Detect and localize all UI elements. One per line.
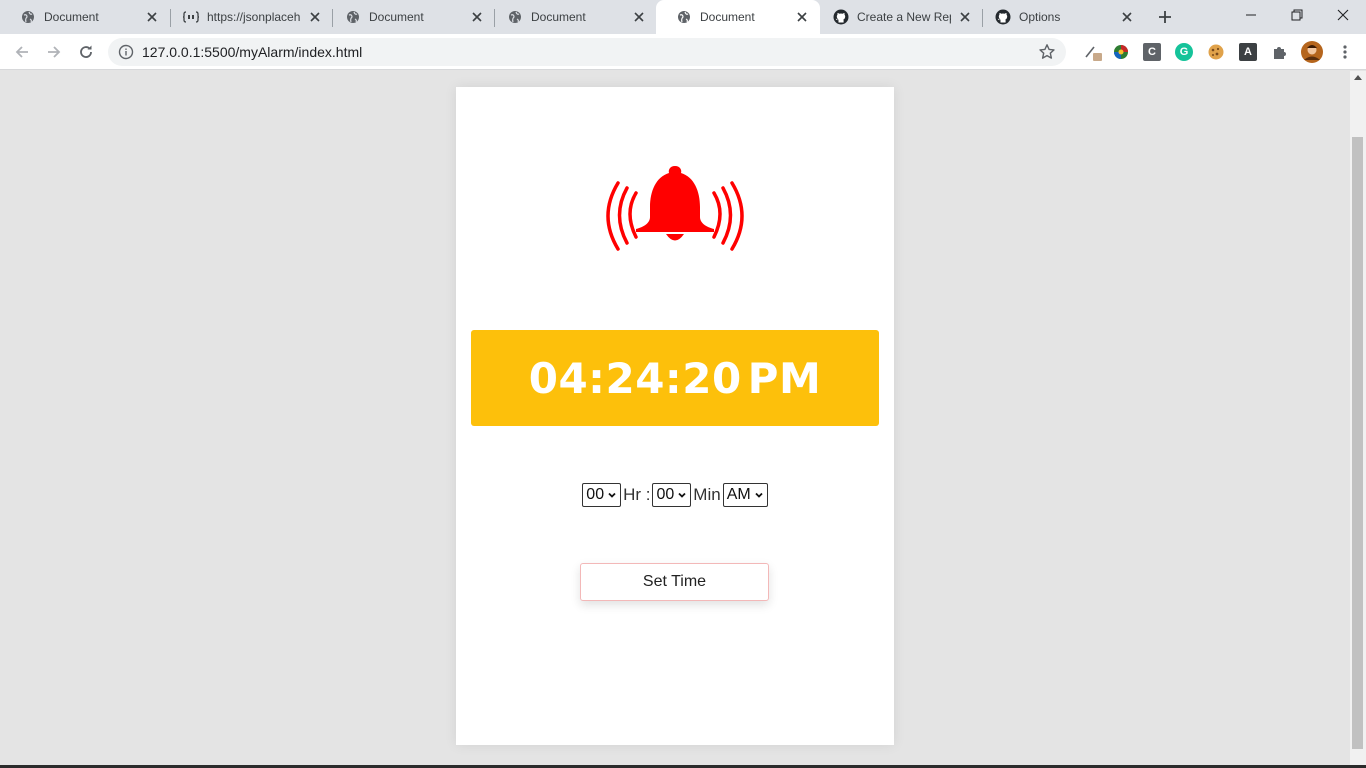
close-tab-icon[interactable] — [631, 9, 647, 25]
tab-title: Document — [531, 10, 586, 24]
restore-icon[interactable] — [1274, 0, 1320, 30]
cookie-icon[interactable] — [1207, 43, 1225, 61]
ampm-select-value: AM — [726, 486, 751, 503]
ampm-select[interactable]: AM — [722, 483, 768, 507]
address-bar[interactable]: 127.0.0.1:5500/myAlarm/index.html — [108, 38, 1066, 66]
close-tab-icon[interactable] — [307, 9, 323, 25]
set-time-button[interactable]: Set Time — [580, 563, 769, 601]
browser-tab[interactable]: Document — [487, 0, 657, 34]
github-icon — [995, 9, 1011, 25]
clock-time: 04:24:20 — [528, 353, 742, 403]
colorful-extension-icon[interactable] — [1112, 43, 1130, 61]
browser-tab[interactable]: Options — [975, 0, 1145, 34]
chevron-down-icon — [608, 492, 616, 498]
back-arrow-icon[interactable] — [10, 40, 34, 64]
close-tab-icon[interactable] — [957, 9, 973, 25]
tab-title: Document — [369, 10, 424, 24]
globe-icon — [20, 9, 36, 25]
browser-tab-strip: Document https://jsonplaceh Document Doc… — [0, 0, 1366, 34]
hour-select[interactable]: 00 — [582, 483, 622, 507]
browser-tab-active[interactable]: Document — [656, 0, 820, 34]
a-extension-icon[interactable]: A — [1239, 43, 1257, 61]
close-tab-icon[interactable] — [794, 9, 810, 25]
alarm-bell-icon — [590, 163, 760, 273]
close-tab-icon[interactable] — [1119, 9, 1135, 25]
url-text: 127.0.0.1:5500/myAlarm/index.html — [142, 44, 363, 60]
puzzle-icon[interactable] — [1271, 43, 1289, 61]
clock-ampm: PM — [747, 353, 822, 403]
globe-icon — [345, 9, 361, 25]
browser-tab[interactable]: Document — [325, 0, 495, 34]
github-icon — [833, 9, 849, 25]
alarm-time-picker: 00 Hr : 00 Min AM — [456, 483, 894, 507]
minute-label: Min — [693, 485, 721, 504]
profile-avatar[interactable] — [1301, 41, 1323, 63]
browser-tab[interactable]: https://jsonplaceh — [163, 0, 333, 34]
close-tab-icon[interactable] — [469, 9, 485, 25]
forward-arrow-icon[interactable] — [42, 40, 66, 64]
scroll-up-arrow-icon[interactable] — [1354, 75, 1362, 80]
browser-menu-icon[interactable] — [1336, 43, 1354, 61]
page-scrollbar[interactable] — [1350, 71, 1366, 765]
site-info-icon[interactable] — [118, 44, 134, 60]
extension-pin-icon[interactable] — [1084, 43, 1102, 61]
page-viewport: 04:24:20 PM 00 Hr : 00 Min AM Set Time — [0, 71, 1350, 765]
reload-icon[interactable] — [74, 40, 98, 64]
close-window-icon[interactable] — [1320, 0, 1366, 30]
globe-icon — [676, 9, 692, 25]
tab-title: Document — [44, 10, 99, 24]
scrollbar-thumb[interactable] — [1352, 137, 1363, 749]
browser-tab[interactable]: Document — [0, 0, 170, 34]
digital-clock-display: 04:24:20 PM — [471, 330, 879, 426]
alarm-card: 04:24:20 PM 00 Hr : 00 Min AM Set Time — [456, 87, 894, 745]
hour-select-value: 00 — [586, 486, 605, 503]
tab-title: Document — [700, 10, 755, 24]
c-extension-icon[interactable]: C — [1143, 43, 1161, 61]
chevron-down-icon — [755, 492, 763, 498]
minute-select[interactable]: 00 — [652, 483, 692, 507]
grammarly-icon[interactable]: G — [1175, 43, 1193, 61]
tab-title: Create a New Rep — [857, 10, 951, 24]
new-tab-plus-icon[interactable] — [1154, 6, 1176, 28]
minimize-icon[interactable] — [1228, 0, 1274, 30]
json-placeholder-icon — [183, 9, 199, 25]
tab-title: https://jsonplaceh — [207, 10, 301, 24]
bookmark-star-icon[interactable] — [1038, 43, 1056, 61]
browser-tab[interactable]: Create a New Rep — [813, 0, 983, 34]
hour-label: Hr : — [623, 485, 651, 504]
browser-toolbar: 127.0.0.1:5500/myAlarm/index.html C G A — [0, 34, 1366, 70]
globe-icon — [507, 9, 523, 25]
close-tab-icon[interactable] — [144, 9, 160, 25]
minute-select-value: 00 — [656, 486, 675, 503]
chevron-down-icon — [678, 492, 686, 498]
tab-title: Options — [1019, 10, 1061, 24]
